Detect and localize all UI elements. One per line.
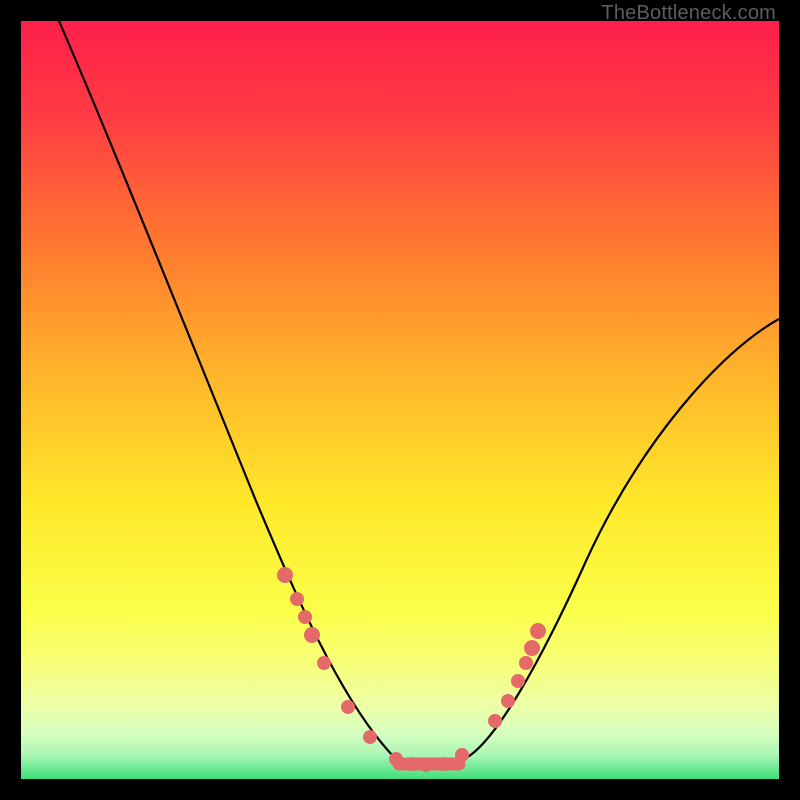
- chart-frame: [21, 21, 779, 779]
- gradient-background: [21, 21, 779, 779]
- watermark-text: TheBottleneck.com: [601, 2, 776, 25]
- bottleneck-chart: [21, 21, 779, 779]
